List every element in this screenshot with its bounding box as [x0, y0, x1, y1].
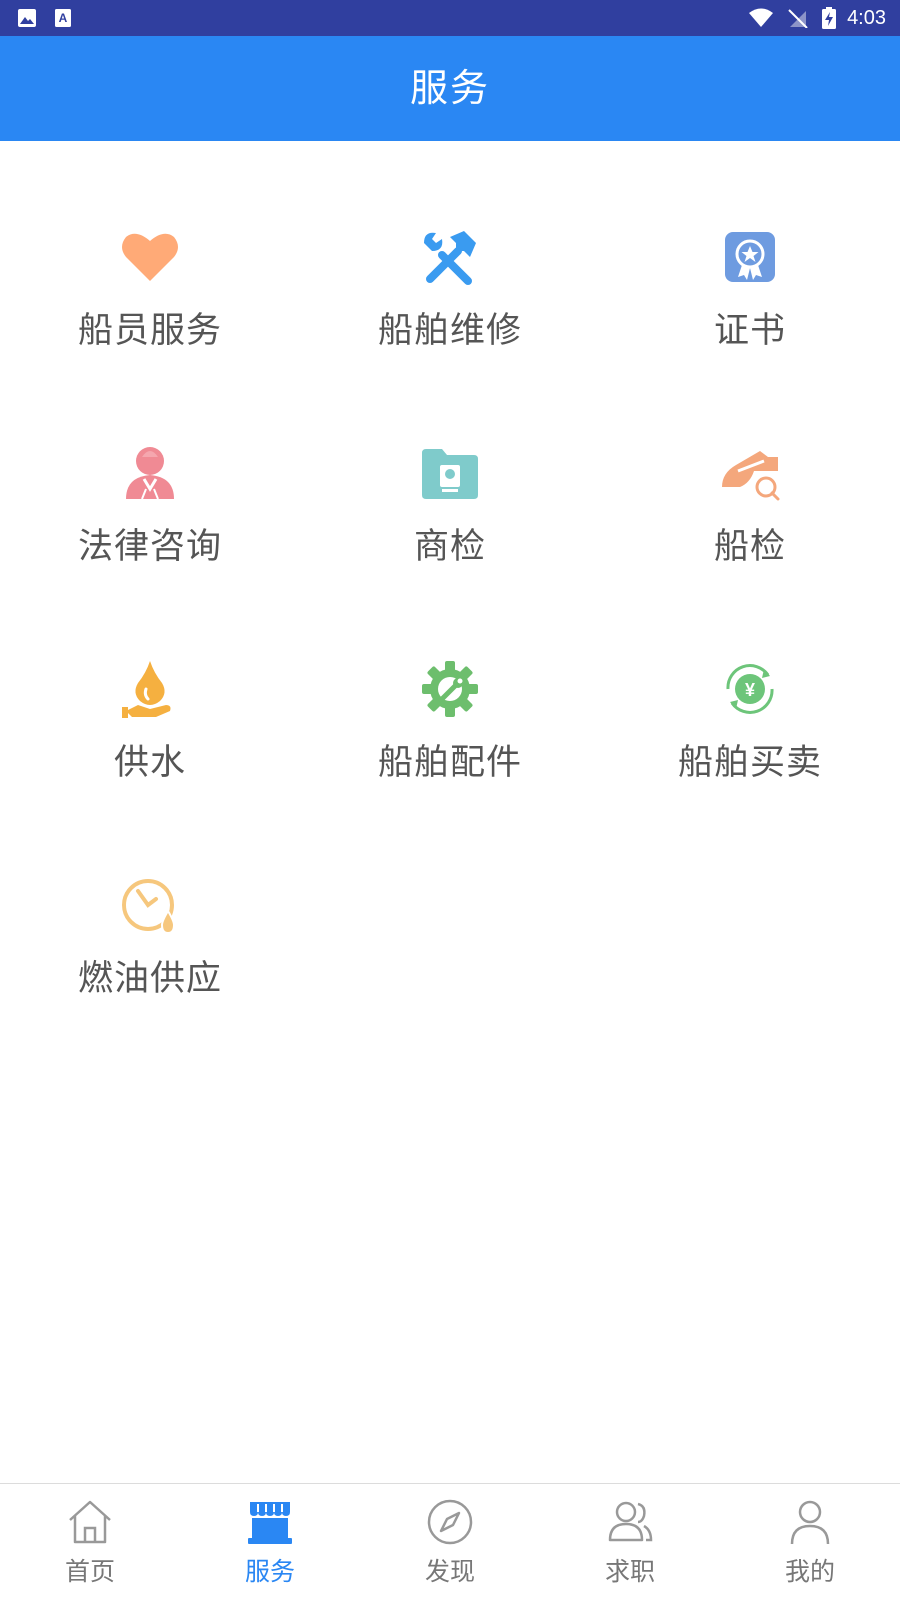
- app-bar: 服务: [0, 36, 900, 141]
- service-ship-repair[interactable]: 船舶维修: [300, 141, 600, 357]
- home-icon: [69, 1500, 111, 1544]
- bottom-tab-bar: 首页 服务 发现 求职 我的: [0, 1483, 900, 1601]
- compass-icon: [427, 1499, 473, 1545]
- svg-text:¥: ¥: [745, 680, 755, 700]
- service-commodity-inspection[interactable]: 商检: [300, 357, 600, 573]
- store-icon: [248, 1502, 292, 1544]
- users-icon: [608, 1501, 653, 1542]
- service-label: 船员服务: [77, 311, 222, 351]
- service-legal[interactable]: 法律咨询: [0, 357, 300, 573]
- tab-mine[interactable]: 我的: [720, 1484, 900, 1601]
- service-label: 船舶买卖: [677, 743, 822, 783]
- tab-jobs[interactable]: 求职: [540, 1484, 720, 1601]
- yuan-exchange-icon: ¥: [726, 664, 774, 714]
- service-label: 船舶配件: [377, 743, 522, 783]
- service-label: 法律咨询: [77, 527, 222, 567]
- service-crew[interactable]: 船员服务: [0, 141, 300, 357]
- service-fuel-supply[interactable]: 燃油供应: [0, 789, 300, 1005]
- service-ship-trading[interactable]: ¥ 船舶买卖: [600, 573, 900, 789]
- tab-label: 首页: [64, 1557, 115, 1586]
- status-bar-left: A: [17, 8, 84, 28]
- status-time: 4:03: [847, 7, 886, 29]
- svg-text:A: A: [59, 11, 68, 25]
- water-drop-hand-icon: [122, 661, 171, 718]
- no-sim-icon: [788, 9, 808, 29]
- page-title: 服务: [409, 66, 490, 110]
- battery-charging-icon: [821, 7, 836, 29]
- service-water-supply[interactable]: 供水: [0, 573, 300, 789]
- service-label: 商检: [413, 527, 486, 567]
- certificate-icon: [725, 232, 775, 282]
- tab-label: 服务: [244, 1557, 295, 1586]
- lawyer-icon: [126, 447, 174, 500]
- service-label: 船舶维修: [377, 311, 522, 351]
- service-label: 燃油供应: [77, 959, 222, 999]
- service-label: 证书: [713, 311, 786, 351]
- wifi-icon: [748, 8, 773, 27]
- status-bar-right: 4:03: [748, 5, 886, 31]
- service-label: 供水: [113, 743, 186, 783]
- text-notification-icon: A: [55, 9, 72, 27]
- tab-label: 求职: [604, 1557, 655, 1586]
- tab-label: 发现: [424, 1557, 475, 1586]
- tools-icon: [424, 231, 476, 285]
- tab-label: 我的: [784, 1557, 835, 1586]
- tab-services[interactable]: 服务: [180, 1484, 360, 1601]
- service-certificate[interactable]: 证书: [600, 141, 900, 357]
- image-notification-icon: [18, 9, 36, 27]
- service-ship-parts[interactable]: 船舶配件: [300, 573, 600, 789]
- gear-wrench-icon: [422, 661, 478, 717]
- heart-icon: [122, 233, 178, 281]
- person-icon: [790, 1500, 830, 1545]
- ship-search-icon: [722, 451, 780, 501]
- status-bar: A 4:03: [0, 0, 900, 36]
- service-ship-inspection[interactable]: 船检: [600, 357, 900, 573]
- folder-inspection-icon: [422, 449, 478, 499]
- tab-home[interactable]: 首页: [0, 1484, 180, 1601]
- clock-drop-icon: [122, 879, 176, 935]
- service-label: 船检: [713, 527, 786, 567]
- tab-discover[interactable]: 发现: [360, 1484, 540, 1601]
